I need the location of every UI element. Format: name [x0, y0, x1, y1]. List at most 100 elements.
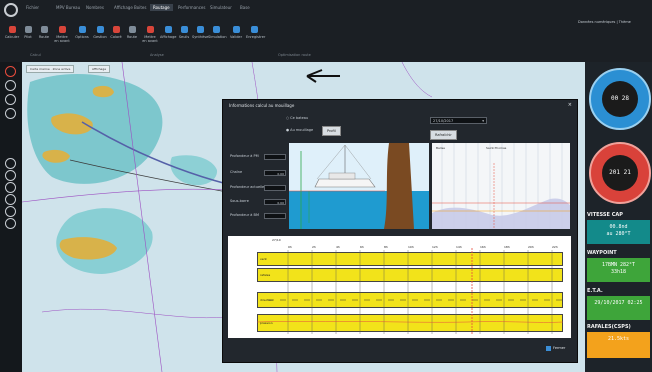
dialog-title: Informations calcul au mouillage: [229, 103, 295, 108]
ribbon-toolbar: Fichier MPV Bureau Nombres Affichage Boi…: [0, 0, 652, 62]
depth-high-label: Profondeur à PM: [230, 154, 259, 158]
forecast-table: 27/10 0h 2h 4h 6h 8h 10h 12h 14h 16h 18h…: [228, 236, 571, 338]
boat-svg: [289, 143, 429, 229]
tab-mpv[interactable]: MPV Bureau: [56, 5, 80, 10]
tab-nombres[interactable]: Nombres: [86, 5, 104, 10]
depth-current-field[interactable]: [264, 185, 286, 191]
tab-fichier[interactable]: Fichier: [26, 5, 39, 10]
group-label-optim: Optimisation route: [278, 53, 311, 57]
top-right-menu[interactable]: Données numériques | Thème: [578, 20, 631, 24]
wind-icon[interactable]: [5, 170, 16, 181]
tool-mettre-avant2[interactable]: Mettre en avant: [142, 26, 158, 43]
chevron-down-icon: ▾: [482, 119, 484, 123]
highlight-icon: [146, 26, 154, 33]
tool-colore[interactable]: Coloré: [108, 26, 124, 39]
gusts-box: 21.5kts: [587, 332, 650, 358]
tide-icon[interactable]: [5, 182, 16, 193]
wind-value: 201 21: [602, 155, 638, 191]
waypoint-distance: 17BMN 282°T: [601, 262, 636, 268]
route-tool-icon[interactable]: [5, 94, 16, 105]
boat-illustration: [289, 143, 429, 229]
wind-gauge: 201 21: [589, 142, 651, 204]
color-icon: [112, 26, 120, 33]
depth-low-label: Profondeur à BM: [230, 213, 259, 217]
threshold-icon: [180, 26, 188, 33]
zoom-out-icon[interactable]: [5, 206, 16, 217]
tool-gestion[interactable]: Gestion: [92, 26, 108, 39]
group-label-calcul: Calcul: [30, 53, 41, 57]
tool-mettre-avant[interactable]: Mettre en avant: [54, 26, 70, 43]
speed-heading-title: VITESSE CAP: [587, 212, 623, 218]
chain-field[interactable]: 0.00: [264, 170, 286, 176]
compass-value: 00 28: [602, 81, 638, 117]
validate-icon: [232, 26, 240, 33]
tab-routage[interactable]: Routage: [150, 4, 173, 11]
tab-base[interactable]: Base: [240, 5, 250, 10]
tab-simulateur[interactable]: Simulateur: [210, 5, 232, 10]
display-icon: [164, 26, 172, 33]
tool-affichage[interactable]: Affichage: [160, 26, 176, 39]
left-toolbar: [0, 62, 22, 372]
layers-icon[interactable]: [5, 80, 16, 91]
app-logo-icon: [4, 3, 18, 17]
manage-icon: [96, 26, 104, 33]
radio-au-mouillage[interactable]: ● Au mouillage: [286, 128, 313, 132]
tool-seuils[interactable]: Seuils: [176, 26, 192, 39]
tool-pilot[interactable]: Pilot: [20, 26, 36, 39]
gusts-value: 21.5kts: [607, 336, 630, 342]
profile-button[interactable]: Profil: [322, 126, 341, 136]
tool-synthese[interactable]: Synthèse: [192, 26, 208, 39]
under-keel-field[interactable]: 0.00: [264, 199, 286, 205]
tool-simulation[interactable]: Simulation: [208, 26, 227, 39]
close-button[interactable]: Fermer: [546, 344, 565, 352]
chain-label: Chaîne: [230, 170, 243, 174]
tab-affichage[interactable]: Affichage Boites: [114, 5, 146, 10]
tool-valider[interactable]: Valider: [228, 26, 244, 39]
route-icon: [128, 26, 136, 33]
tool-calculer[interactable]: Calculer: [4, 26, 20, 39]
group-label-analyse: Analyse: [150, 53, 164, 57]
compass-gauge: 00 28: [589, 68, 651, 130]
summary-icon: [196, 26, 204, 33]
date-field[interactable]: 27/10/2017 ▾: [430, 117, 487, 124]
heading-value: au 280°T: [606, 231, 631, 237]
checkbox-icon: [546, 345, 551, 351]
weather-icon[interactable]: [5, 158, 16, 169]
speed-heading-box: 00.8nd au 280°T: [587, 220, 650, 244]
zoom-in-icon[interactable]: [5, 194, 16, 205]
depth-low-field[interactable]: [264, 213, 286, 219]
pilot-icon: [24, 26, 32, 33]
depth-current-label: Profondeur actuelle: [230, 185, 265, 189]
tab-performances[interactable]: Performances: [178, 5, 205, 10]
settings-icon[interactable]: [5, 218, 16, 229]
map-tab-main[interactable]: Carte marine · Zone active: [26, 65, 75, 73]
tool-enregistrer[interactable]: Enregistrer: [246, 26, 265, 39]
map-tab-display[interactable]: Affichage: [88, 65, 111, 73]
waypoint-box: 17BMN 282°T 33h18: [587, 258, 650, 282]
radio-ce-bateau[interactable]: ○ Ce bateau: [286, 116, 308, 120]
under-keel-label: Sous-barre: [230, 199, 249, 203]
tide-svg: [432, 143, 570, 229]
instrument-panel: 00 28 201 21 VITESSE CAP 00.8nd au 280°T…: [585, 62, 652, 372]
close-icon[interactable]: ×: [568, 102, 572, 108]
route-icon: [40, 26, 48, 33]
tide-right-label: Saint-Thomas: [486, 146, 507, 150]
tool-route[interactable]: Route: [36, 26, 52, 39]
save-icon: [250, 26, 258, 33]
simulation-icon: [212, 26, 220, 33]
tool-route2[interactable]: Route: [124, 26, 140, 39]
options-icon: [78, 26, 86, 33]
waypoint-time: 33h18: [610, 269, 627, 275]
eta-box: 29/10/2017 02:25: [587, 296, 650, 320]
speed-value: 00.8nd: [609, 224, 628, 230]
table-grid: [256, 248, 564, 334]
depth-high-field[interactable]: [264, 154, 286, 160]
gusts-title: RAFALES(CSPS): [587, 324, 631, 330]
refresh-button[interactable]: Rafraîchir: [430, 130, 457, 140]
tool-options[interactable]: Options: [74, 26, 90, 39]
tide-curve-panel: Balise Saint-Thomas: [432, 143, 570, 229]
measure-icon[interactable]: [5, 108, 16, 119]
calculate-icon: [8, 26, 16, 33]
highlight-icon: [58, 26, 66, 33]
target-icon[interactable]: [5, 66, 16, 77]
